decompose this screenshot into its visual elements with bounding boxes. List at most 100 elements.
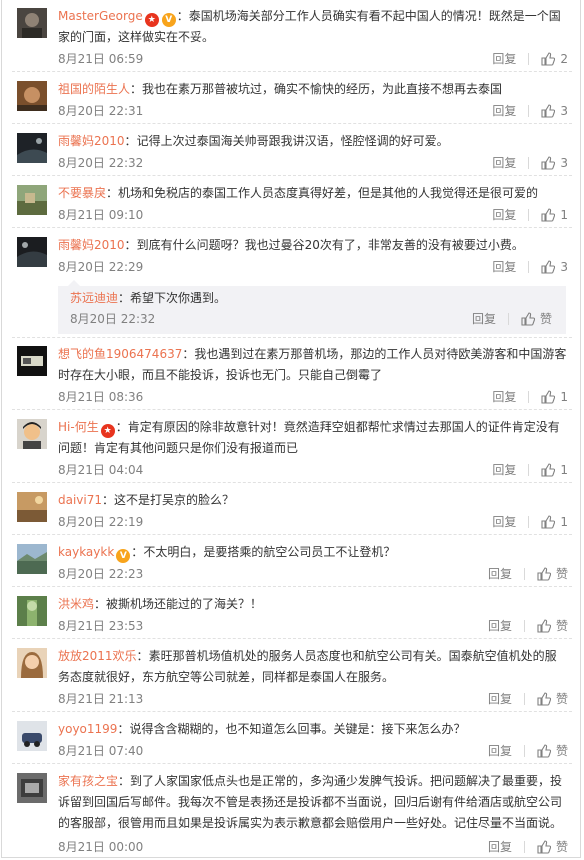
subreply-text: 希望下次你遇到。	[130, 291, 227, 305]
thumbs-up-icon	[537, 744, 551, 758]
like-button[interactable]: 1	[541, 461, 568, 479]
comment-time: 8月21日 04:04	[58, 463, 144, 477]
avatar[interactable]	[17, 419, 47, 449]
avatar[interactable]	[17, 648, 47, 678]
reply-button[interactable]: 回复	[492, 154, 516, 172]
like-button[interactable]: 赞	[537, 838, 568, 856]
reply-button[interactable]: 回复	[488, 617, 512, 635]
comment-username[interactable]: Hi-何生	[58, 420, 99, 434]
reply-button[interactable]: 回复	[488, 838, 512, 856]
reply-button[interactable]: 回复	[472, 310, 496, 328]
comment-text: 被撕机场还能过的了海关？！	[106, 597, 263, 611]
avatar[interactable]	[17, 773, 47, 803]
like-button[interactable]: 3	[541, 258, 568, 276]
like-button[interactable]: 赞	[537, 690, 568, 708]
avatar[interactable]	[17, 8, 47, 38]
like-button[interactable]: 1	[541, 388, 568, 406]
like-count: 1	[560, 463, 568, 477]
like-count: 1	[560, 515, 568, 529]
like-label: 赞	[555, 567, 568, 581]
comment-username[interactable]: 雨馨妈2010	[58, 134, 125, 148]
comment-item: 雨馨妈2010：记得上次过泰国海关帅哥跟我讲汉语，怪腔怪调的好可爱。 8月20日…	[2, 131, 580, 176]
comment-username[interactable]: 想飞的鱼1906474637	[58, 347, 182, 361]
reply-button[interactable]: 回复	[488, 742, 512, 760]
divider	[528, 157, 530, 169]
avatar[interactable]	[17, 596, 47, 626]
divider	[12, 227, 572, 228]
comment-item: kaykaykk V ：不太明白，是要搭乘的航空公司员工不让登机？ 8月20日 22…	[2, 542, 580, 587]
reply-button[interactable]: 回复	[492, 388, 516, 406]
avatar[interactable]	[17, 492, 47, 522]
like-button[interactable]: 赞	[521, 310, 552, 328]
divider	[523, 620, 525, 632]
comment-username[interactable]: 祖国的陌生人	[58, 82, 130, 96]
reply-button[interactable]: 回复	[492, 461, 516, 479]
comment-text: 说得含含糊糊的，也不知道怎么回事。关键是：接下来怎么办？	[129, 722, 466, 736]
like-button[interactable]: 2	[541, 50, 568, 68]
comment-time: 8月20日 22:31	[58, 104, 144, 118]
avatar[interactable]	[17, 721, 47, 751]
comment-username[interactable]: 家有孩之宝	[58, 774, 118, 788]
comment-username[interactable]: kaykaykk	[58, 545, 114, 559]
like-button[interactable]: 赞	[537, 565, 568, 583]
like-count: 2	[560, 52, 568, 66]
like-button[interactable]: 3	[541, 154, 568, 172]
like-label: 赞	[555, 692, 568, 706]
comment-time: 8月21日 09:10	[58, 208, 144, 222]
avatar[interactable]	[17, 81, 47, 111]
like-button[interactable]: 1	[541, 513, 568, 531]
reply-button[interactable]: 回复	[492, 102, 516, 120]
thumbs-up-icon	[537, 619, 551, 633]
avatar[interactable]	[17, 133, 47, 163]
comment-username[interactable]: MasterGeorge	[58, 9, 143, 23]
like-button[interactable]: 赞	[537, 742, 568, 760]
reply-button[interactable]: 回复	[492, 50, 516, 68]
avatar[interactable]	[17, 237, 47, 267]
divider	[528, 209, 530, 221]
like-count: 3	[560, 260, 568, 274]
comment-item: 不要暴戾：机场和免税店的泰国工作人员态度真得好差，但是其他的人我觉得还是很可爱的…	[2, 183, 580, 228]
divider	[12, 482, 572, 483]
reply-button[interactable]: 回复	[492, 258, 516, 276]
like-button[interactable]: 赞	[537, 617, 568, 635]
divider	[507, 313, 509, 325]
avatar[interactable]	[17, 346, 47, 376]
thumbs-up-icon	[537, 692, 551, 706]
comment-item: Hi-何生 ★ ：肯定有原因的除非故意针对！竟然造拜空姐都帮忙求情过去那国人的证件肯…	[2, 417, 580, 481]
like-count: 1	[560, 208, 568, 222]
comment-item: yoyo1199：说得含含糊糊的，也不知道怎么回事。关键是：接下来怎么办？ 8月…	[2, 719, 580, 764]
comment-item: 洪米鸡：被撕机场还能过的了海关？！ 8月21日 23:53 回复 赞	[2, 594, 580, 639]
comment-username[interactable]: yoyo1199	[58, 722, 117, 736]
like-button[interactable]: 1	[541, 206, 568, 224]
comment-time: 8月20日 22:23	[58, 567, 144, 581]
comment-item: MasterGeorge ★ V ：泰国机场海关部分工作人员确实有看不起中国人的情况！…	[2, 6, 580, 70]
comment-username[interactable]: 洪米鸡	[58, 597, 94, 611]
divider	[12, 123, 572, 124]
thumbs-up-icon	[541, 208, 556, 222]
comment-username[interactable]: daivi71	[58, 493, 102, 507]
like-label: 赞	[539, 312, 552, 326]
reply-button[interactable]: 回复	[488, 565, 512, 583]
like-count: 3	[560, 104, 568, 118]
divider	[12, 337, 572, 338]
divider	[523, 693, 525, 705]
like-count: 1	[560, 390, 568, 404]
reply-button[interactable]: 回复	[488, 690, 512, 708]
comment-username[interactable]: 不要暴戾	[58, 186, 106, 200]
divider	[523, 568, 525, 580]
avatar[interactable]	[17, 185, 47, 215]
comment-username[interactable]: 放放2011欢乐	[58, 649, 137, 663]
thumbs-up-icon	[541, 390, 556, 404]
reply-button[interactable]: 回复	[492, 206, 516, 224]
reply-button[interactable]: 回复	[492, 513, 516, 531]
subreply-username[interactable]: 苏远迪迪	[70, 291, 118, 305]
comment-time: 8月21日 08:36	[58, 390, 144, 404]
avatar[interactable]	[17, 544, 47, 574]
like-button[interactable]: 3	[541, 102, 568, 120]
comment-username[interactable]: 雨馨妈2010	[58, 238, 125, 252]
comment-item: 想飞的鱼1906474637：我也遇到过在素万那普机场，那边的工作人员对待欧美游…	[2, 344, 580, 408]
thumbs-up-icon	[537, 567, 551, 581]
thumbs-up-icon	[541, 463, 556, 477]
vip-badge-icon: V	[161, 13, 176, 27]
comment-item: daivi71：这不是打吴京的脸么？ 8月20日 22:19 回复 1	[2, 490, 580, 535]
